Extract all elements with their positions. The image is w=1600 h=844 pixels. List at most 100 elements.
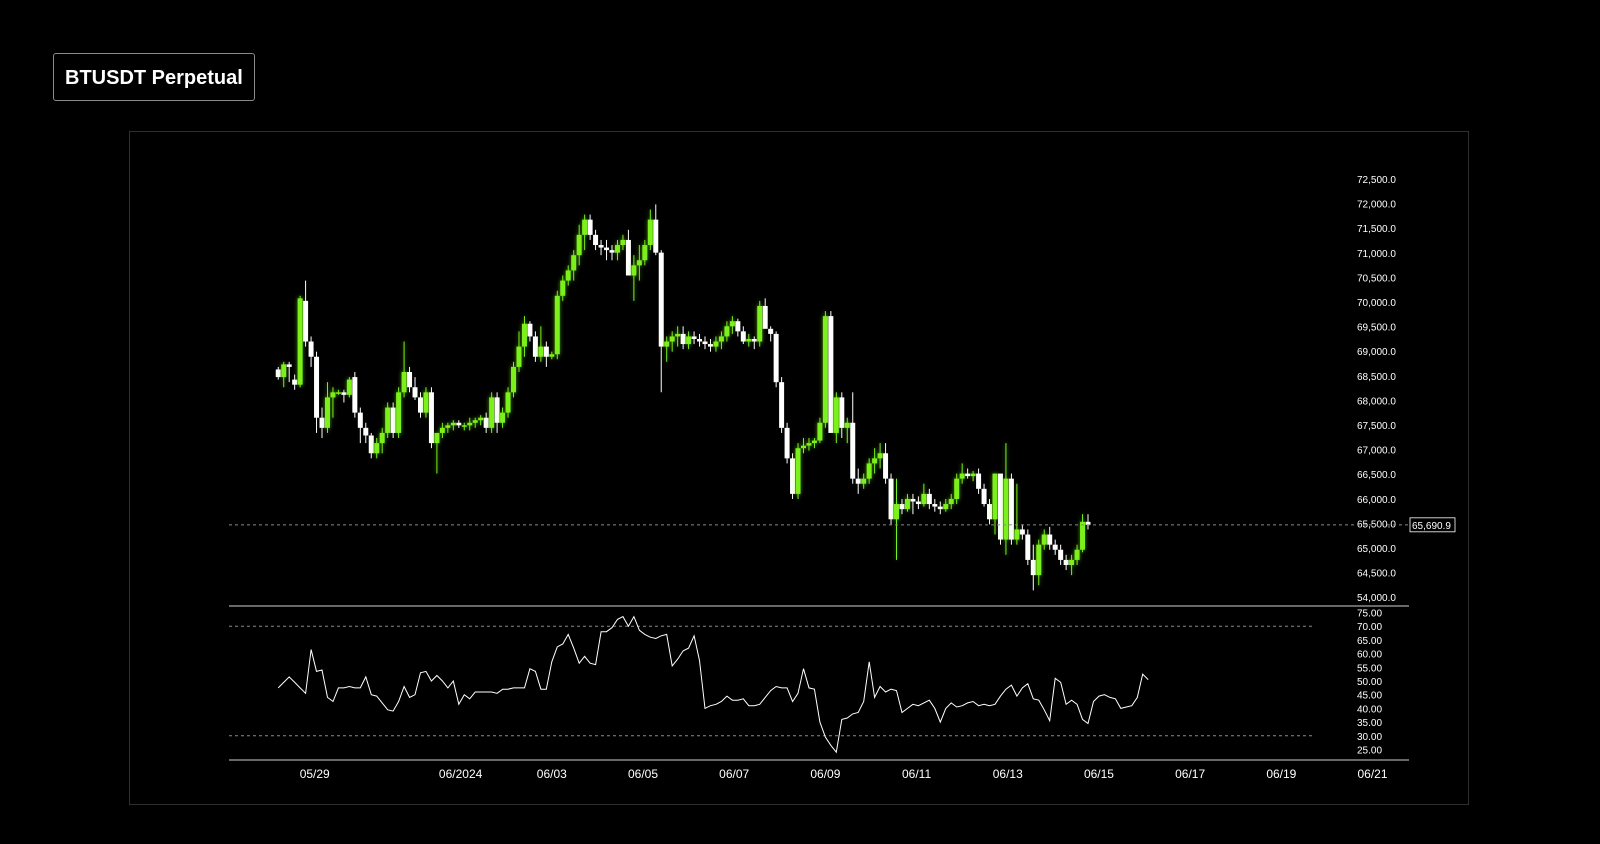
bull-candle	[450, 420, 456, 431]
bull-candle	[724, 321, 730, 342]
candle-body	[795, 448, 801, 494]
x-axis-tick: 06/21	[1358, 767, 1388, 781]
bear-candle	[976, 468, 982, 494]
candle-body	[532, 336, 538, 357]
candle-body	[872, 458, 878, 464]
candle-body	[390, 407, 396, 433]
price-axis-tick: 69,500.0	[1357, 323, 1396, 334]
candle-body	[614, 245, 620, 253]
bull-candle	[346, 377, 352, 398]
candle-body	[669, 336, 675, 342]
bull-candle	[582, 214, 588, 251]
bull-candle	[472, 417, 478, 428]
bull-candle	[1014, 483, 1020, 545]
candle-body	[724, 326, 730, 337]
candle-body	[543, 346, 549, 357]
candle-body	[976, 473, 982, 489]
bull-candle	[877, 443, 883, 469]
oscillator-axis-tick: 35.00	[1357, 718, 1382, 729]
bear-candle	[987, 498, 993, 525]
oscillator-line	[277, 615, 1149, 754]
oscillator-axis-tick: 30.00	[1357, 732, 1382, 743]
candle-body	[757, 305, 763, 342]
bear-candle	[1052, 539, 1058, 555]
bull-candle	[948, 493, 954, 510]
x-axis-tick: 06/07	[719, 767, 749, 781]
candle-body	[910, 498, 916, 502]
candle-body	[620, 239, 626, 246]
bull-candle	[992, 473, 998, 535]
bear-candle	[319, 407, 325, 439]
bull-candle	[335, 389, 341, 395]
candle-body	[379, 432, 385, 444]
candle-body	[330, 392, 336, 398]
bull-candle	[943, 498, 949, 512]
bear-candle	[768, 326, 774, 342]
candle-body	[598, 245, 604, 248]
candle-body	[604, 247, 610, 251]
bull-candle	[467, 417, 473, 431]
bull-candle	[396, 387, 402, 439]
x-axis-tick: 06/05	[628, 767, 658, 781]
bull-candle	[565, 265, 571, 286]
oscillator-axis-tick: 45.00	[1357, 691, 1382, 702]
candle-body	[428, 392, 434, 444]
bear-candle	[598, 239, 604, 256]
oscillator-axis-tick: 70.00	[1357, 622, 1382, 633]
candle-body	[839, 397, 845, 428]
candle-body	[713, 341, 719, 347]
bull-candle	[554, 290, 560, 360]
bear-candle	[1025, 529, 1031, 565]
chart-canvas: 72,500.0 72,000.0 71,500.0 71,000.0 70,500.0…	[229, 175, 1456, 781]
oscillator-axis-tick: 50.00	[1357, 677, 1382, 688]
bear-candle	[932, 498, 938, 512]
bear-candle	[850, 392, 856, 484]
candle-body	[1047, 534, 1053, 545]
bear-candle	[390, 402, 396, 439]
bull-candle	[401, 341, 407, 398]
bear-candle	[363, 422, 369, 444]
candle-body	[1080, 521, 1086, 550]
candle-body	[1019, 529, 1025, 535]
candle-body	[828, 316, 834, 433]
bull-candle	[1069, 554, 1075, 576]
candle-body	[571, 255, 577, 271]
bull-candle	[664, 336, 670, 362]
oscillator-axis-tick: 65.00	[1357, 636, 1382, 647]
candle-body	[303, 300, 309, 342]
bull-candle	[642, 239, 648, 266]
candle-body	[970, 473, 976, 477]
candle-body	[866, 463, 872, 479]
candle-body	[987, 504, 993, 520]
bear-candle	[303, 280, 309, 347]
candle-body	[800, 445, 806, 449]
bear-candle	[915, 496, 921, 510]
bull-candle	[324, 382, 330, 433]
candle-body	[844, 422, 850, 428]
candle-body	[877, 453, 883, 459]
candle-body	[697, 338, 703, 342]
candle-body	[680, 333, 686, 345]
candle-body	[538, 346, 544, 357]
bull-candle	[511, 361, 517, 398]
bear-candle	[937, 501, 943, 515]
candle-body	[1041, 534, 1047, 545]
bull-candle	[866, 458, 872, 484]
candle-body	[324, 397, 330, 428]
bull-candle	[297, 295, 303, 388]
bull-candle	[505, 387, 511, 418]
bull-candle	[1074, 544, 1080, 565]
bear-candle	[412, 377, 418, 400]
bull-candle	[631, 255, 637, 301]
bear-candle	[658, 250, 664, 393]
last-price-label: 65,690.9	[1409, 517, 1456, 533]
bull-candle	[521, 316, 527, 357]
candle-body	[374, 443, 380, 454]
candle-body	[478, 417, 484, 421]
bear-candle	[407, 366, 413, 393]
candle-body	[521, 323, 527, 347]
candle-body	[505, 392, 511, 413]
bull-candle	[385, 402, 391, 439]
candle-body	[1036, 544, 1042, 576]
candle-body	[582, 219, 588, 235]
